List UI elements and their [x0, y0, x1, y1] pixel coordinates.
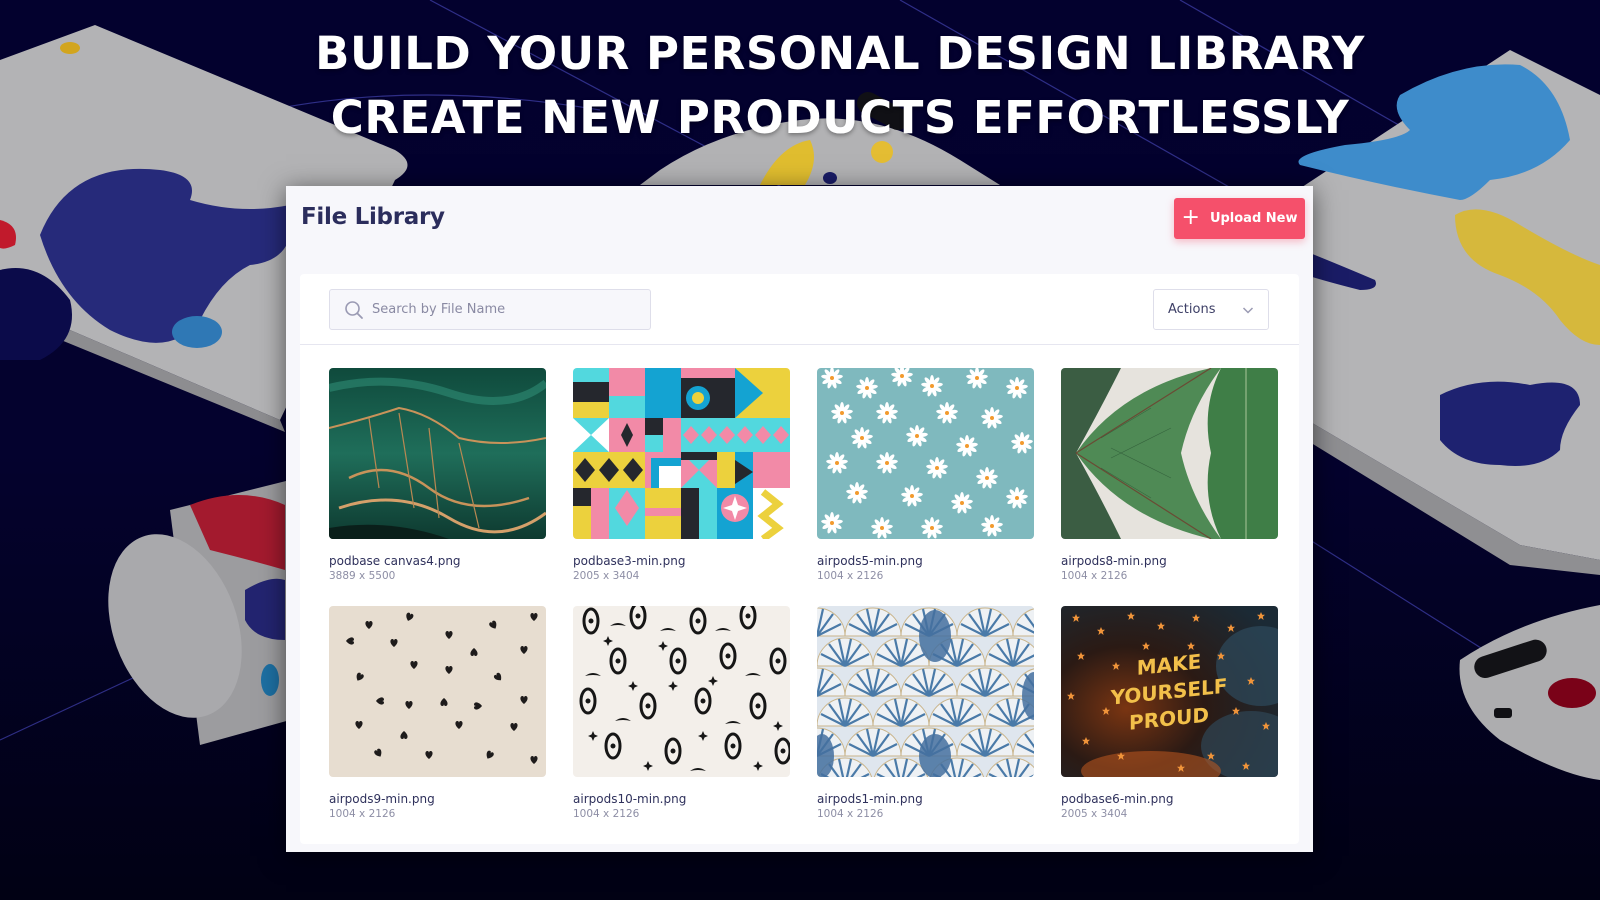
headline-line-1: BUILD YOUR PERSONAL DESIGN LIBRARY	[315, 27, 1365, 80]
file-library-panel: File Library + Upload New Actions	[286, 186, 1313, 852]
file-name: airpods1-min.png	[817, 792, 923, 806]
file-name: podbase6-min.png	[1061, 792, 1174, 806]
blue-shells-image	[817, 606, 1034, 777]
file-grid: podbase canvas4.png 3889 x 5500 podbase3…	[329, 368, 1278, 844]
actions-label: Actions	[1168, 302, 1216, 317]
file-card[interactable]: airpods9-min.png 1004 x 2126	[329, 606, 546, 844]
make-yourself-proud-image: MAKE YOURSELF PROUD	[1061, 606, 1278, 777]
search-box[interactable]	[329, 289, 651, 330]
file-thumbnail[interactable]	[329, 368, 546, 539]
file-name: airpods5-min.png	[817, 554, 923, 568]
file-name: airpods9-min.png	[329, 792, 435, 806]
green-marble-image	[329, 368, 546, 539]
file-thumbnail[interactable]	[817, 606, 1034, 777]
file-thumbnail[interactable]: MAKE YOURSELF PROUD	[1061, 606, 1278, 777]
tropical-leaves-image	[1061, 368, 1278, 539]
actions-dropdown[interactable]: Actions	[1153, 289, 1269, 330]
file-name: airpods10-min.png	[573, 792, 687, 806]
file-card[interactable]: airpods10-min.png 1004 x 2126	[573, 606, 790, 844]
file-card[interactable]: airpods8-min.png 1004 x 2126	[1061, 368, 1278, 606]
file-card[interactable]: podbase3-min.png 2005 x 3404	[573, 368, 790, 606]
eyes-pattern-image	[573, 606, 790, 777]
library-toolbar: Actions	[300, 274, 1299, 345]
file-dimensions: 1004 x 2126	[1061, 570, 1128, 582]
search-input[interactable]	[372, 302, 632, 317]
file-dimensions: 1004 x 2126	[329, 808, 396, 820]
file-name: podbase canvas4.png	[329, 554, 461, 568]
geometric-blocks-image	[573, 368, 790, 539]
file-dimensions: 2005 x 3404	[1061, 808, 1128, 820]
file-thumbnail[interactable]	[1061, 368, 1278, 539]
file-name: podbase3-min.png	[573, 554, 686, 568]
file-thumbnail[interactable]	[573, 606, 790, 777]
chevron-down-icon	[1242, 306, 1254, 314]
file-dimensions: 1004 x 2126	[817, 570, 884, 582]
file-dimensions: 3889 x 5500	[329, 570, 396, 582]
upload-new-button[interactable]: + Upload New	[1174, 198, 1305, 239]
file-card[interactable]: airpods5-min.png 1004 x 2126	[817, 368, 1034, 606]
search-icon	[345, 300, 363, 319]
hearts-pattern-image	[329, 606, 546, 777]
file-dimensions: 2005 x 3404	[573, 570, 640, 582]
file-thumbnail[interactable]	[573, 368, 790, 539]
headline-line-2: CREATE NEW PRODUCTS EFFORTLESSLY	[330, 91, 1350, 144]
file-name: airpods8-min.png	[1061, 554, 1167, 568]
file-card[interactable]: airpods1-min.png 1004 x 2126	[817, 606, 1034, 844]
plus-icon: +	[1181, 204, 1200, 230]
file-card[interactable]: podbase canvas4.png 3889 x 5500	[329, 368, 546, 606]
file-thumbnail[interactable]	[817, 368, 1034, 539]
file-dimensions: 1004 x 2126	[817, 808, 884, 820]
hero-headline: BUILD YOUR PERSONAL DESIGN LIBRARY CREAT…	[0, 22, 1600, 150]
file-card[interactable]: MAKE YOURSELF PROUD podbase6-min.png 200…	[1061, 606, 1278, 844]
upload-new-label: Upload New	[1209, 211, 1298, 226]
page-title: File Library	[301, 204, 445, 230]
daisies-image	[817, 368, 1034, 539]
file-dimensions: 1004 x 2126	[573, 808, 640, 820]
file-library-content: Actions	[300, 274, 1299, 844]
file-thumbnail[interactable]	[329, 606, 546, 777]
